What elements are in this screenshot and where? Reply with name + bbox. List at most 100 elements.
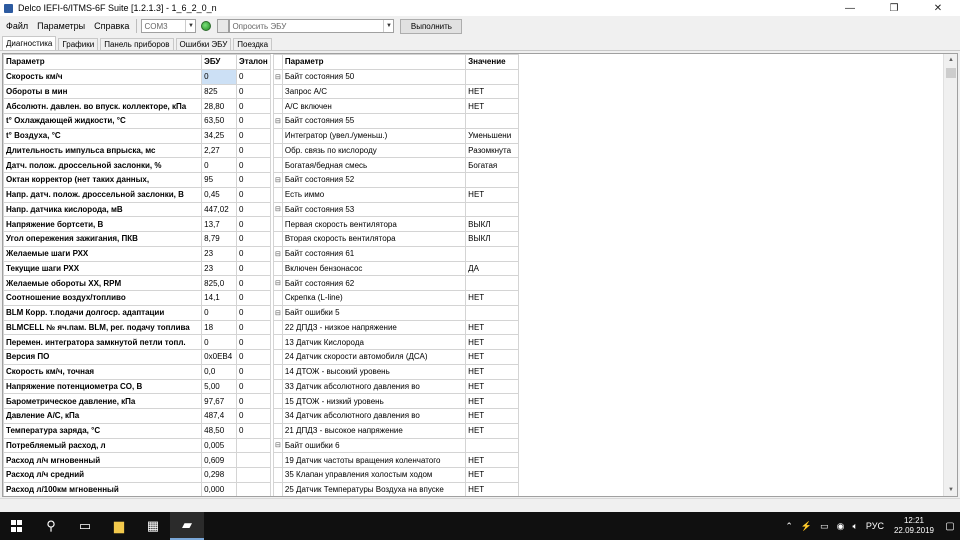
table-row[interactable]: ⊟ Байт состояния 62 xyxy=(273,275,519,291)
ecu-value-cell[interactable]: 34,25 xyxy=(201,127,237,144)
reference-value-cell[interactable]: 0 xyxy=(236,186,271,203)
table-row[interactable]: Перемен. интегратора замкнутой петли топ… xyxy=(3,334,271,350)
table-row[interactable]: t° Воздуха, °C 34,25 0 xyxy=(3,127,271,144)
table-row[interactable]: Вторая скорость вентилятора ВЫКЛ xyxy=(273,231,519,247)
table-row[interactable]: 24 Датчик скорости автомобиля (ДСА) НЕТ xyxy=(273,349,519,365)
power-plug-icon[interactable]: ⚡ xyxy=(801,521,812,532)
table-row[interactable]: Барометрическое давление, кПа 97,67 0 xyxy=(3,393,271,409)
table-row[interactable]: t° Охлаждающей жидкости, °C 63,50 0 xyxy=(3,113,271,129)
reference-value-cell[interactable] xyxy=(236,452,271,468)
table-row[interactable]: Температура заряда, °C 48,50 0 xyxy=(3,422,271,439)
ecu-value-cell[interactable]: 13,7 xyxy=(201,216,237,232)
table-row[interactable]: 34 Датчик абсолютного давления во НЕТ xyxy=(273,408,519,424)
delco-app-taskbar-icon[interactable]: ▰ xyxy=(170,512,204,540)
menu-file[interactable]: Файл xyxy=(3,21,31,31)
table-row[interactable]: ⊟ Байт ошибки 6 xyxy=(273,437,519,454)
ecu-value-cell[interactable]: 0 xyxy=(201,157,237,173)
table-row[interactable]: 15 ДТОЖ - низкий уровень НЕТ xyxy=(273,393,519,409)
tab-dashboard[interactable]: Панель приборов xyxy=(100,38,174,50)
ecu-command-select[interactable]: Опросить ЭБУ ▼ xyxy=(229,19,395,33)
table-row[interactable]: Обр. связь по кислороду Разомкнута xyxy=(273,142,519,159)
menu-help[interactable]: Справка xyxy=(91,21,132,31)
table-row[interactable]: 35 Клапан управления холостым ходом НЕТ xyxy=(273,467,519,483)
reference-value-cell[interactable]: 0 xyxy=(236,349,271,365)
ecu-value-cell[interactable]: 0,609 xyxy=(201,452,237,468)
table-row[interactable]: Напр. датчика кислорода, мВ 447,02 0 xyxy=(3,201,271,218)
table-row[interactable]: Запрос А/С НЕТ xyxy=(273,83,519,100)
table-row[interactable]: 13 Датчик Кислорода НЕТ xyxy=(273,334,519,350)
ecu-value-cell[interactable]: 0,000 xyxy=(201,481,237,496)
scrollbar-thumb[interactable] xyxy=(946,68,956,78)
ecu-value-cell[interactable]: 0,298 xyxy=(201,467,237,483)
collapse-group-icon[interactable]: ⊟ xyxy=(273,245,283,262)
collapse-group-icon[interactable]: ⊟ xyxy=(273,68,283,85)
ecu-value-cell[interactable]: 97,67 xyxy=(201,393,237,409)
reference-value-cell[interactable]: 0 xyxy=(236,260,271,277)
battery-icon[interactable]: ▭ xyxy=(820,521,829,532)
ecu-value-cell[interactable]: 0 xyxy=(201,68,237,85)
ecu-value-cell[interactable]: 0x0EB4 xyxy=(201,349,237,365)
table-row[interactable]: Угол опережения зажигания, ПКВ 8,79 0 xyxy=(3,231,271,247)
table-row[interactable]: Расход л/ч мгновенный 0,609 xyxy=(3,452,271,468)
column-header-value[interactable]: Значение xyxy=(465,54,519,70)
reference-value-cell[interactable]: 0 xyxy=(236,319,271,336)
table-row[interactable]: Первая скорость вентилятора ВЫКЛ xyxy=(273,216,519,232)
ecu-value-cell[interactable]: 5,00 xyxy=(201,378,237,395)
reference-value-cell[interactable] xyxy=(236,481,271,496)
table-row[interactable]: ⊟ Байт ошибки 5 xyxy=(273,304,519,321)
table-row[interactable]: Напр. датч. полож. дроссельной заслонки,… xyxy=(3,186,271,203)
file-explorer-icon[interactable]: ▆ xyxy=(102,512,136,540)
reference-value-cell[interactable]: 0 xyxy=(236,245,271,262)
scroll-down-icon[interactable]: ▼ xyxy=(944,484,957,496)
column-header-ecu[interactable]: ЭБУ xyxy=(201,54,237,70)
table-row[interactable]: ⊟ Байт состояния 55 xyxy=(273,113,519,129)
reference-value-cell[interactable]: 0 xyxy=(236,393,271,409)
reference-value-cell[interactable]: 0 xyxy=(236,334,271,350)
start-button[interactable] xyxy=(0,512,34,540)
table-row[interactable]: ⊟ Байт состояния 61 xyxy=(273,245,519,262)
table-row[interactable]: Длительность импульса впрыска, мс 2,27 0 xyxy=(3,142,271,159)
table-row[interactable]: Текущие шаги РХХ 23 0 xyxy=(3,260,271,277)
table-row[interactable]: Давление А/С, кПа 487,4 0 xyxy=(3,408,271,424)
minimize-button[interactable]: — xyxy=(828,0,872,16)
collapse-group-icon[interactable]: ⊟ xyxy=(273,201,283,218)
ecu-value-cell[interactable]: 0,0 xyxy=(201,363,237,380)
table-row[interactable]: ⊟ Байт состояния 52 xyxy=(273,172,519,188)
table-row[interactable]: 21 ДПДЗ - высокое напряжение НЕТ xyxy=(273,422,519,439)
network-icon[interactable]: ◉ xyxy=(837,521,845,532)
ecu-value-cell[interactable]: 447,02 xyxy=(201,201,237,218)
table-row[interactable]: Скорость км/ч, точная 0,0 0 xyxy=(3,363,271,380)
reference-value-cell[interactable]: 0 xyxy=(236,216,271,232)
reference-value-cell[interactable] xyxy=(236,437,271,454)
reference-value-cell[interactable]: 0 xyxy=(236,142,271,159)
table-row[interactable]: Октан корректор (нет таких данных, 95 0 xyxy=(3,172,271,188)
calculator-icon[interactable]: ▦ xyxy=(136,512,170,540)
toolbar-toggle-button[interactable] xyxy=(217,19,230,33)
reference-value-cell[interactable]: 0 xyxy=(236,113,271,129)
table-row[interactable]: 19 Датчик частоты вращения коленчатого НЕ… xyxy=(273,452,519,468)
table-row[interactable]: Желаемые шаги РХХ 23 0 xyxy=(3,245,271,262)
reference-value-cell[interactable]: 0 xyxy=(236,157,271,173)
ecu-value-cell[interactable]: 23 xyxy=(201,245,237,262)
collapse-group-icon[interactable]: ⊟ xyxy=(273,275,283,291)
ecu-value-cell[interactable]: 14,1 xyxy=(201,290,237,306)
tab-charts[interactable]: Графики xyxy=(58,38,99,50)
reference-value-cell[interactable]: 0 xyxy=(236,378,271,395)
table-row[interactable]: Абсолютн. давлен. во впуск. коллекторе, … xyxy=(3,98,271,114)
port-select[interactable]: COM3 ▼ xyxy=(141,19,197,33)
collapse-group-icon[interactable]: ⊟ xyxy=(273,304,283,321)
ecu-value-cell[interactable]: 63,50 xyxy=(201,113,237,129)
ecu-value-cell[interactable]: 8,79 xyxy=(201,231,237,247)
ecu-value-cell[interactable]: 825 xyxy=(201,83,237,100)
table-row[interactable]: Версия ПО 0x0EB4 0 xyxy=(3,349,271,365)
table-row[interactable]: Потребляемый расход, л 0,005 xyxy=(3,437,271,454)
reference-value-cell[interactable]: 0 xyxy=(236,98,271,114)
table-row[interactable]: Датч. полож. дроссельной заслонки, % 0 0 xyxy=(3,157,271,173)
ecu-value-cell[interactable]: 825,0 xyxy=(201,275,237,291)
column-header-reference[interactable]: Эталон xyxy=(236,54,271,70)
scroll-up-icon[interactable]: ▲ xyxy=(944,54,957,66)
table-row[interactable]: ⊟ Байт состояния 50 xyxy=(273,68,519,85)
table-row[interactable]: Скрепка (L-line) НЕТ xyxy=(273,290,519,306)
ecu-value-cell[interactable]: 487,4 xyxy=(201,408,237,424)
ecu-value-cell[interactable]: 0,005 xyxy=(201,437,237,454)
